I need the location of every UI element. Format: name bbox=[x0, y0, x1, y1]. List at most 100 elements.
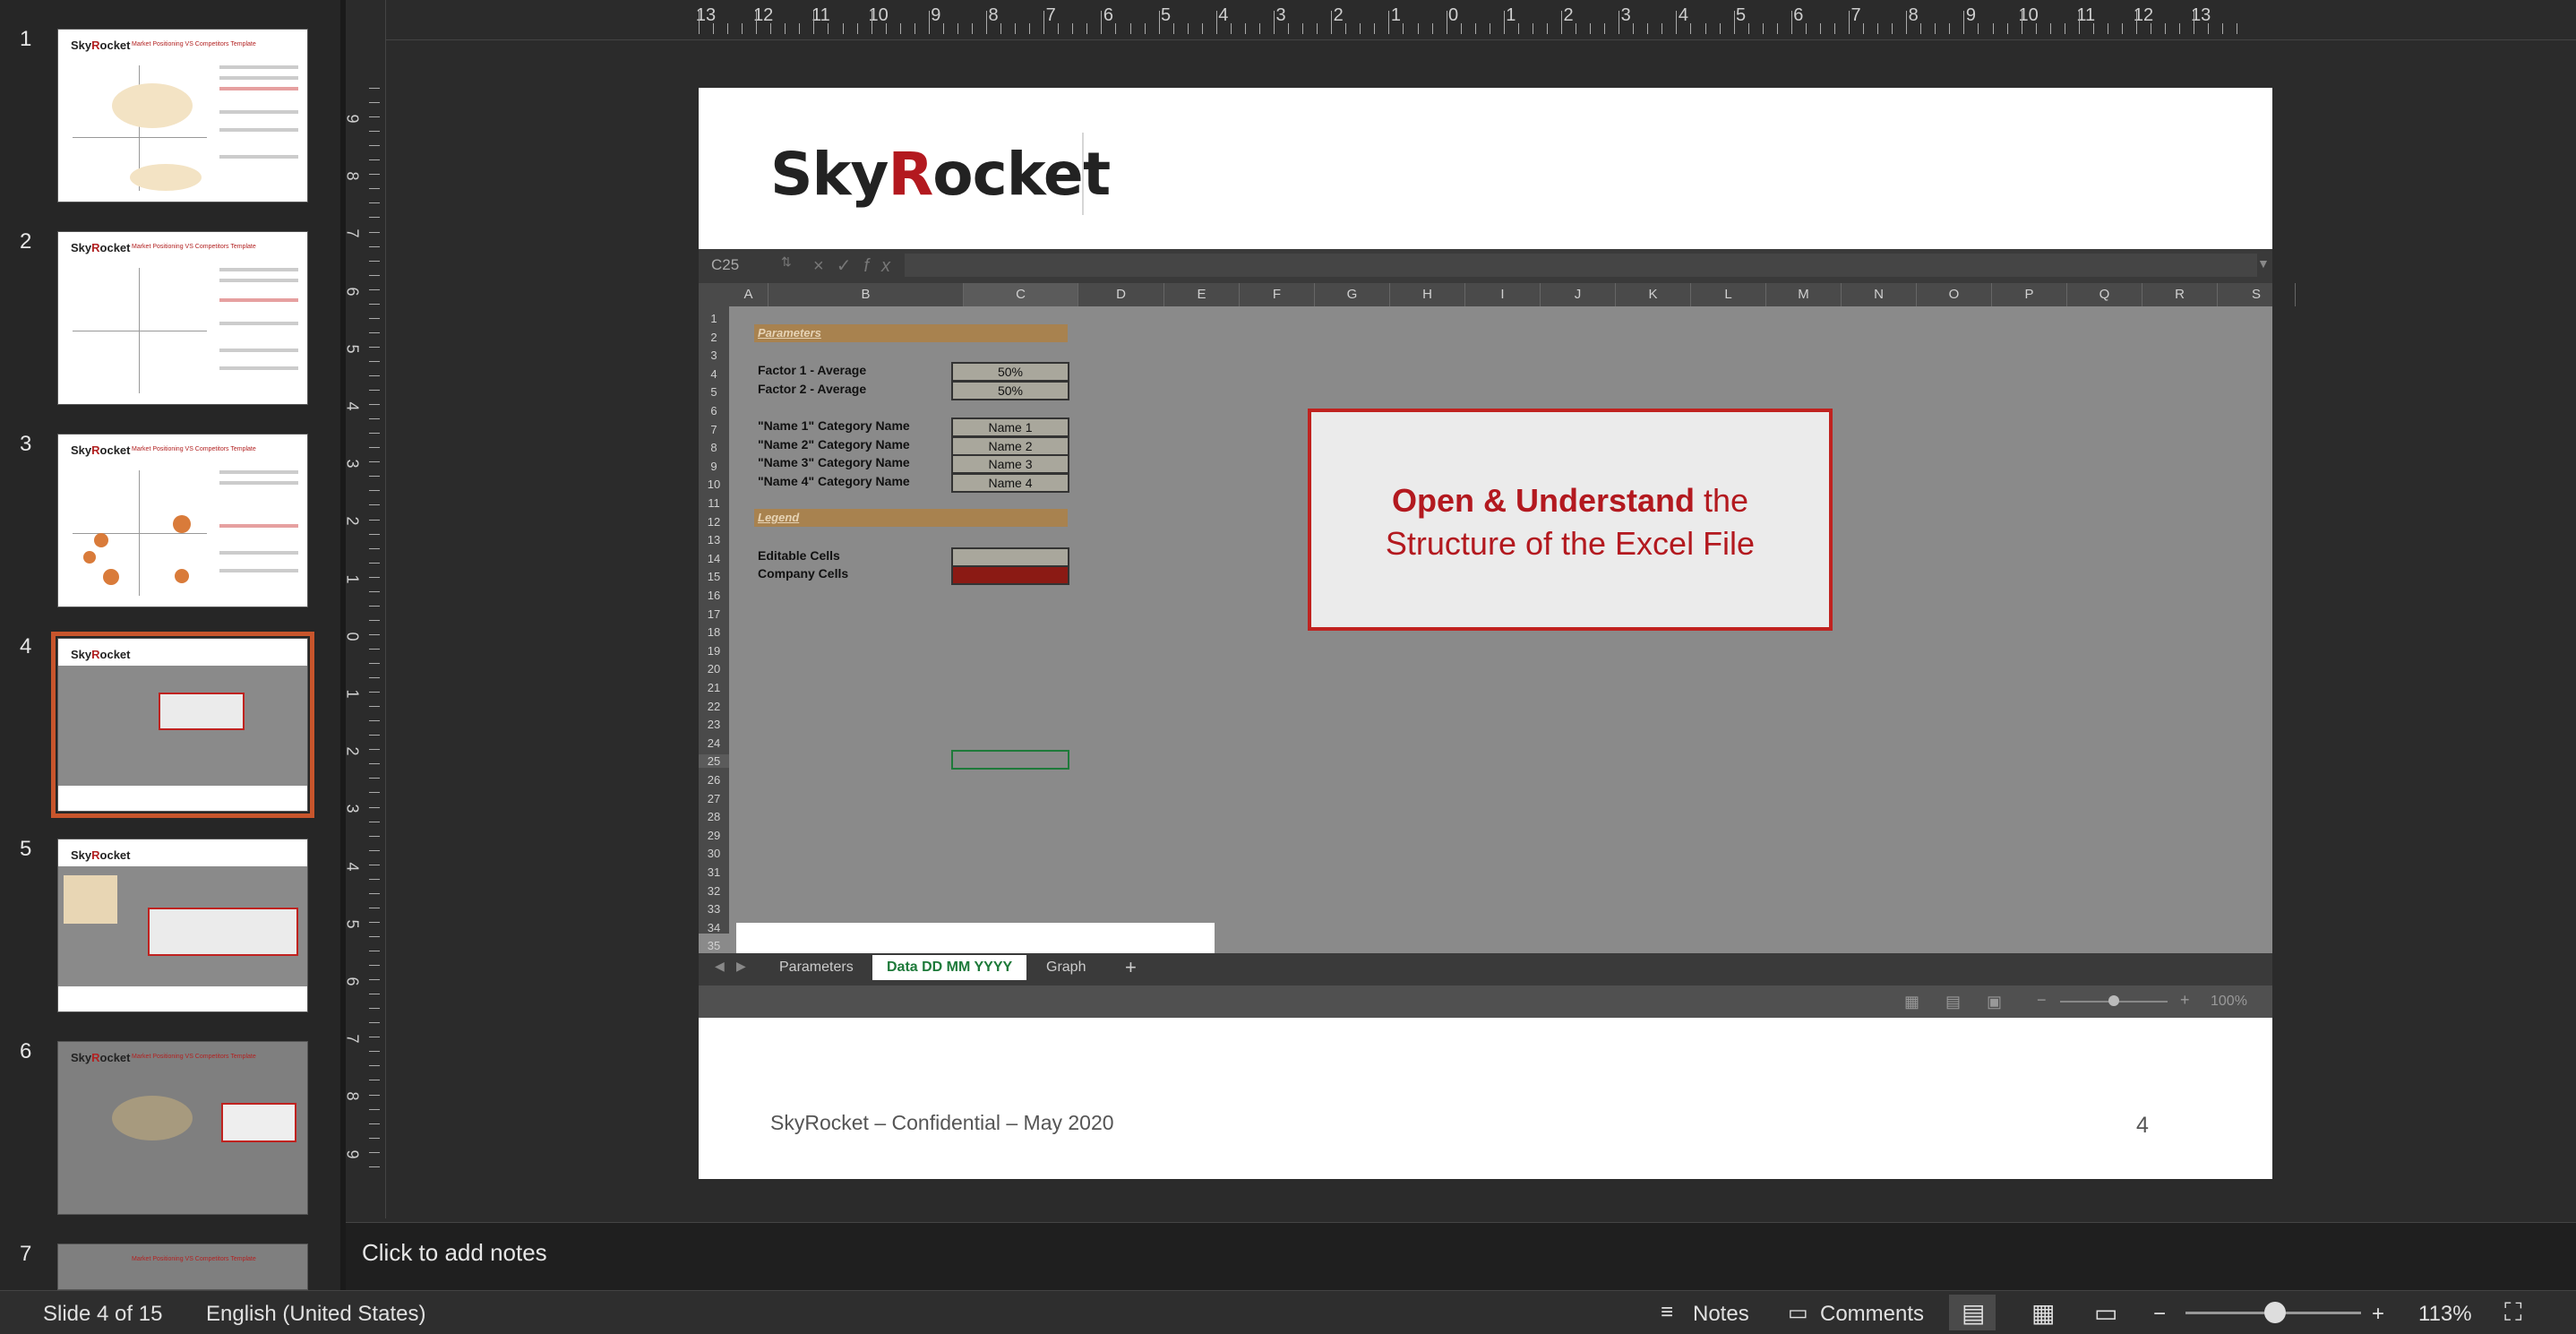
column-header[interactable]: H bbox=[1390, 283, 1465, 306]
row-header[interactable]: 6 bbox=[699, 404, 729, 417]
row-header[interactable]: 23 bbox=[699, 718, 729, 731]
row-header[interactable]: 18 bbox=[699, 625, 729, 639]
chevron-down-icon[interactable]: ▼ bbox=[2257, 256, 2270, 271]
name3-cell[interactable]: Name 3 bbox=[951, 454, 1069, 474]
column-header[interactable]: R bbox=[2142, 283, 2218, 306]
name-box[interactable]: C25 bbox=[711, 256, 739, 274]
row-header[interactable]: 26 bbox=[699, 773, 729, 787]
column-header[interactable]: O bbox=[1917, 283, 1992, 306]
slide-thumbnail-pane[interactable]: 1 SkyRocket Market Positioning VS Compet… bbox=[0, 0, 340, 1290]
column-header[interactable]: S bbox=[2218, 283, 2296, 306]
excel-embed[interactable]: C25 ⇅ ×✓fx ▼ ABCDEFGHIJKLMNOPQRS 1234567… bbox=[699, 249, 2296, 1018]
add-sheet-button[interactable]: + bbox=[1111, 955, 1151, 980]
row-header[interactable]: 33 bbox=[699, 902, 729, 916]
excel-zoom-knob[interactable] bbox=[2108, 995, 2119, 1006]
column-header[interactable]: B bbox=[769, 283, 964, 306]
page-break-icon[interactable]: ▣ bbox=[1987, 993, 2002, 1011]
slide-thumbnail-3[interactable]: SkyRocket Market Positioning VS Competit… bbox=[57, 434, 308, 607]
column-header[interactable]: K bbox=[1616, 283, 1691, 306]
row-header[interactable]: 25 bbox=[699, 754, 729, 769]
row-header[interactable]: 28 bbox=[699, 810, 729, 823]
page-layout-icon[interactable]: ▤ bbox=[1945, 993, 1961, 1011]
row-header[interactable]: 13 bbox=[699, 533, 729, 547]
row-header[interactable]: 17 bbox=[699, 607, 729, 621]
row-header[interactable]: 7 bbox=[699, 423, 729, 436]
notes-icon[interactable]: ≡ bbox=[1661, 1300, 1673, 1325]
excel-zoom-in-icon[interactable]: + bbox=[2180, 991, 2190, 1010]
column-header[interactable]: N bbox=[1842, 283, 1917, 306]
column-header[interactable]: C bbox=[964, 283, 1078, 306]
slide-thumbnail-2[interactable]: SkyRocket Market Positioning VS Competit… bbox=[57, 231, 308, 405]
row-header[interactable]: 20 bbox=[699, 662, 729, 676]
notes-pane[interactable]: Click to add notes bbox=[346, 1222, 2576, 1291]
row-header[interactable]: 4 bbox=[699, 367, 729, 381]
row-header[interactable]: 24 bbox=[699, 736, 729, 750]
name2-cell[interactable]: Name 2 bbox=[951, 436, 1069, 456]
row-header[interactable]: 34 bbox=[699, 921, 729, 934]
notes-button[interactable]: Notes bbox=[1693, 1302, 1749, 1327]
column-header[interactable]: D bbox=[1078, 283, 1164, 306]
row-header[interactable]: 15 bbox=[699, 570, 729, 583]
column-header[interactable]: L bbox=[1691, 283, 1766, 306]
row-header[interactable]: 32 bbox=[699, 884, 729, 898]
column-header[interactable]: M bbox=[1766, 283, 1842, 306]
row-header[interactable]: 30 bbox=[699, 847, 729, 860]
row-header[interactable]: 12 bbox=[699, 515, 729, 529]
excel-zoom-out-icon[interactable]: − bbox=[2037, 991, 2047, 1010]
column-header[interactable]: G bbox=[1315, 283, 1390, 306]
check-icon[interactable]: ✓ bbox=[837, 256, 864, 276]
column-header[interactable]: F bbox=[1240, 283, 1315, 306]
row-header[interactable]: 2 bbox=[699, 331, 729, 344]
normal-view-icon[interactable]: ▤ bbox=[1962, 1298, 1985, 1328]
zoom-slider-knob[interactable] bbox=[2264, 1302, 2286, 1323]
slide-thumbnail-5[interactable]: SkyRocket bbox=[57, 839, 308, 1012]
row-header[interactable]: 1 bbox=[699, 312, 729, 325]
cancel-icon[interactable]: × bbox=[813, 256, 837, 276]
selected-cell-c25[interactable] bbox=[951, 750, 1069, 770]
notes-placeholder[interactable]: Click to add notes bbox=[362, 1239, 547, 1267]
language-indicator[interactable]: English (United States) bbox=[206, 1302, 425, 1327]
row-header[interactable]: 27 bbox=[699, 792, 729, 805]
column-header[interactable]: E bbox=[1164, 283, 1240, 306]
row-header[interactable]: 21 bbox=[699, 681, 729, 694]
prev-sheet-icon[interactable]: ◀ bbox=[715, 959, 725, 974]
row-header[interactable]: 3 bbox=[699, 349, 729, 362]
factor1-cell[interactable]: 50% bbox=[951, 362, 1069, 382]
normal-view-icon[interactable]: ▦ bbox=[1904, 993, 1919, 1011]
row-header[interactable]: 8 bbox=[699, 441, 729, 454]
row-header[interactable]: 14 bbox=[699, 552, 729, 565]
sheet-tab-parameters[interactable]: Parameters bbox=[765, 955, 868, 980]
row-header[interactable]: 16 bbox=[699, 589, 729, 602]
name4-cell[interactable]: Name 4 bbox=[951, 473, 1069, 493]
fx-icon[interactable]: fx bbox=[863, 256, 903, 276]
name1-cell[interactable]: Name 1 bbox=[951, 417, 1069, 437]
fit-to-window-icon[interactable]: ⛶ bbox=[2504, 1298, 2522, 1328]
slideshow-icon[interactable]: ▭ bbox=[2094, 1298, 2117, 1328]
row-header[interactable]: 29 bbox=[699, 829, 729, 842]
slide-thumbnail-1[interactable]: SkyRocket Market Positioning VS Competit… bbox=[57, 29, 308, 202]
formula-input[interactable] bbox=[905, 254, 2257, 277]
zoom-level[interactable]: 113% bbox=[2418, 1302, 2472, 1327]
row-header[interactable]: 35 bbox=[699, 939, 729, 952]
row-header[interactable]: 22 bbox=[699, 700, 729, 713]
factor2-cell[interactable]: 50% bbox=[951, 381, 1069, 400]
slide-thumbnail-6[interactable]: SkyRocket Market Positioning VS Competit… bbox=[57, 1041, 308, 1215]
row-header[interactable]: 31 bbox=[699, 865, 729, 879]
column-header[interactable]: I bbox=[1465, 283, 1541, 306]
slide-thumbnail-4[interactable]: SkyRocket bbox=[51, 632, 314, 818]
slide-canvas[interactable]: SkyRocket C25 ⇅ ×✓fx ▼ ABCDEFGHIJKLMNOPQ… bbox=[699, 88, 2296, 1179]
name-box-stepper-icon[interactable]: ⇅ bbox=[781, 254, 792, 270]
column-header[interactable]: Q bbox=[2067, 283, 2142, 306]
row-header[interactable]: 9 bbox=[699, 460, 729, 473]
zoom-in-button[interactable]: + bbox=[2372, 1302, 2384, 1327]
column-header[interactable]: P bbox=[1992, 283, 2067, 306]
slide-thumbnail-7[interactable]: Market Positioning VS Competitors Templa… bbox=[57, 1244, 308, 1290]
zoom-out-button[interactable]: − bbox=[2153, 1302, 2166, 1327]
comments-icon[interactable]: ▭ bbox=[1788, 1300, 1808, 1326]
column-header[interactable]: A bbox=[729, 283, 769, 306]
sheet-tab-graph[interactable]: Graph bbox=[1032, 955, 1100, 980]
sheet-tab-data[interactable]: Data DD MM YYYY bbox=[872, 955, 1027, 980]
column-header[interactable]: J bbox=[1541, 283, 1616, 306]
row-header[interactable]: 19 bbox=[699, 644, 729, 658]
next-sheet-icon[interactable]: ▶ bbox=[736, 959, 746, 974]
